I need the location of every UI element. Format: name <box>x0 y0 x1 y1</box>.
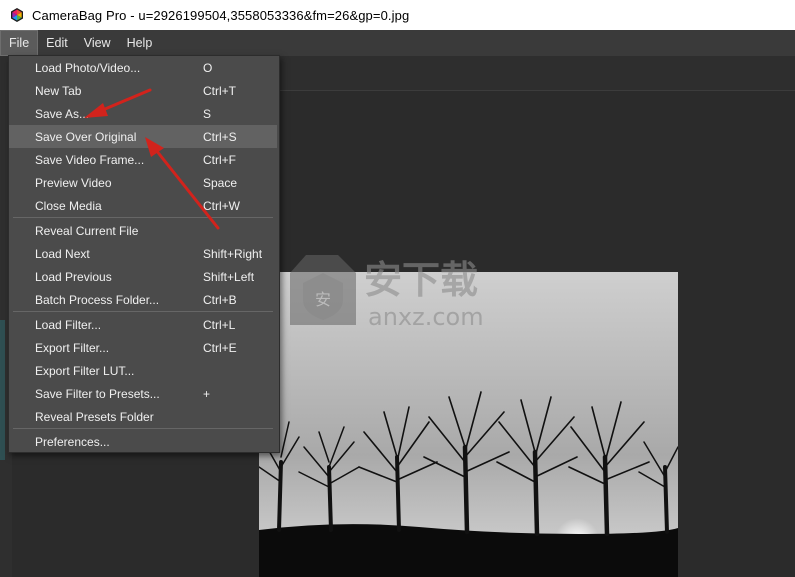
menu-item-shortcut: Ctrl+F <box>203 152 236 167</box>
menu-item-label: Export Filter LUT... <box>35 363 135 378</box>
menu-item-load-filter[interactable]: Load Filter... Ctrl+L <box>9 313 277 336</box>
menu-item-save-over-original[interactable]: Save Over Original Ctrl+S <box>9 125 277 148</box>
menu-item-label: Batch Process Folder... <box>35 292 160 307</box>
menu-item-reveal-current-file[interactable]: Reveal Current File <box>9 219 277 242</box>
menu-item-label: Load Filter... <box>35 317 102 332</box>
menu-view[interactable]: View <box>76 30 119 56</box>
menu-item-load-next[interactable]: Load Next Shift+Right <box>9 242 277 265</box>
window-title: CameraBag Pro - u=2926199504,3558053336&… <box>32 7 410 23</box>
menu-item-load-photo-video[interactable]: Load Photo/Video... O <box>9 56 277 79</box>
watermark: 安 安下载 anxz.com <box>288 245 518 335</box>
menu-separator <box>13 428 273 429</box>
menu-item-shortcut: Ctrl+S <box>203 129 237 144</box>
menu-item-shortcut: Ctrl+W <box>203 198 240 213</box>
menu-item-preferences[interactable]: Preferences... <box>9 430 277 453</box>
menu-item-label: Save Filter to Presets... <box>35 386 160 401</box>
menu-item-save-video-frame[interactable]: Save Video Frame... Ctrl+F <box>9 148 277 171</box>
menu-item-shortcut: Ctrl+B <box>203 292 237 307</box>
menu-item-label: Export Filter... <box>35 340 110 355</box>
menu-item-shortcut: Ctrl+T <box>203 83 236 98</box>
menu-separator <box>13 217 273 218</box>
menu-item-save-filter-to-presets[interactable]: Save Filter to Presets... + <box>9 382 277 405</box>
menu-item-label: Save Video Frame... <box>35 152 145 167</box>
menu-item-new-tab[interactable]: New Tab Ctrl+T <box>9 79 277 102</box>
menu-file[interactable]: File <box>0 30 39 56</box>
menu-item-export-filter[interactable]: Export Filter... Ctrl+E <box>9 336 277 359</box>
watermark-logo: 安 安下载 anxz.com <box>290 255 484 331</box>
title-bar: CameraBag Pro - u=2926199504,3558053336&… <box>0 0 795 30</box>
watermark-shield-char: 安 <box>315 290 331 309</box>
menu-item-label: Reveal Current File <box>35 223 139 238</box>
menu-item-label: Save As... <box>35 106 90 121</box>
menu-edit[interactable]: Edit <box>38 30 76 56</box>
menu-item-preview-video[interactable]: Preview Video Space <box>9 171 277 194</box>
watermark-sub-text: anxz.com <box>368 303 484 331</box>
menu-item-batch-process-folder[interactable]: Batch Process Folder... Ctrl+B <box>9 288 277 311</box>
menu-item-shortcut: Shift+Left <box>203 269 255 284</box>
menu-item-label: Load Photo/Video... <box>35 60 141 75</box>
menu-item-label: Preferences... <box>35 434 110 449</box>
menu-item-load-previous[interactable]: Load Previous Shift+Left <box>9 265 277 288</box>
menu-item-reveal-presets-folder[interactable]: Reveal Presets Folder <box>9 405 277 428</box>
menu-separator <box>13 311 273 312</box>
menu-item-label: Load Next <box>35 246 90 261</box>
camerabag-app-icon <box>11 8 23 22</box>
menu-item-label: Reveal Presets Folder <box>35 409 154 424</box>
file-menu-dropdown: Load Photo/Video... O New Tab Ctrl+T Sav… <box>8 55 280 453</box>
menu-item-label: Preview Video <box>35 175 112 190</box>
left-panel-accent <box>0 320 5 460</box>
menu-item-shortcut: Ctrl+L <box>203 317 236 332</box>
menu-item-close-media[interactable]: Close Media Ctrl+W <box>9 194 277 217</box>
menu-item-shortcut: S <box>203 106 212 121</box>
menu-item-label: New Tab <box>35 83 82 98</box>
menu-item-label: Load Previous <box>35 269 112 284</box>
menu-item-label: Save Over Original <box>35 129 137 144</box>
menu-item-shortcut: Space <box>203 175 238 190</box>
menu-item-shortcut: O <box>203 60 213 75</box>
menu-item-save-as[interactable]: Save As... S <box>9 102 277 125</box>
menu-help[interactable]: Help <box>119 30 161 56</box>
menu-item-label: Close Media <box>35 198 102 213</box>
watermark-main-text: 安下载 <box>364 258 478 302</box>
menu-item-shortcut: Ctrl+E <box>203 340 237 355</box>
menu-item-shortcut: + <box>203 386 211 401</box>
menu-bar: File Edit View Help <box>0 30 795 56</box>
menu-item-shortcut: Shift+Right <box>203 246 263 261</box>
menu-item-export-filter-lut[interactable]: Export Filter LUT... <box>9 359 277 382</box>
